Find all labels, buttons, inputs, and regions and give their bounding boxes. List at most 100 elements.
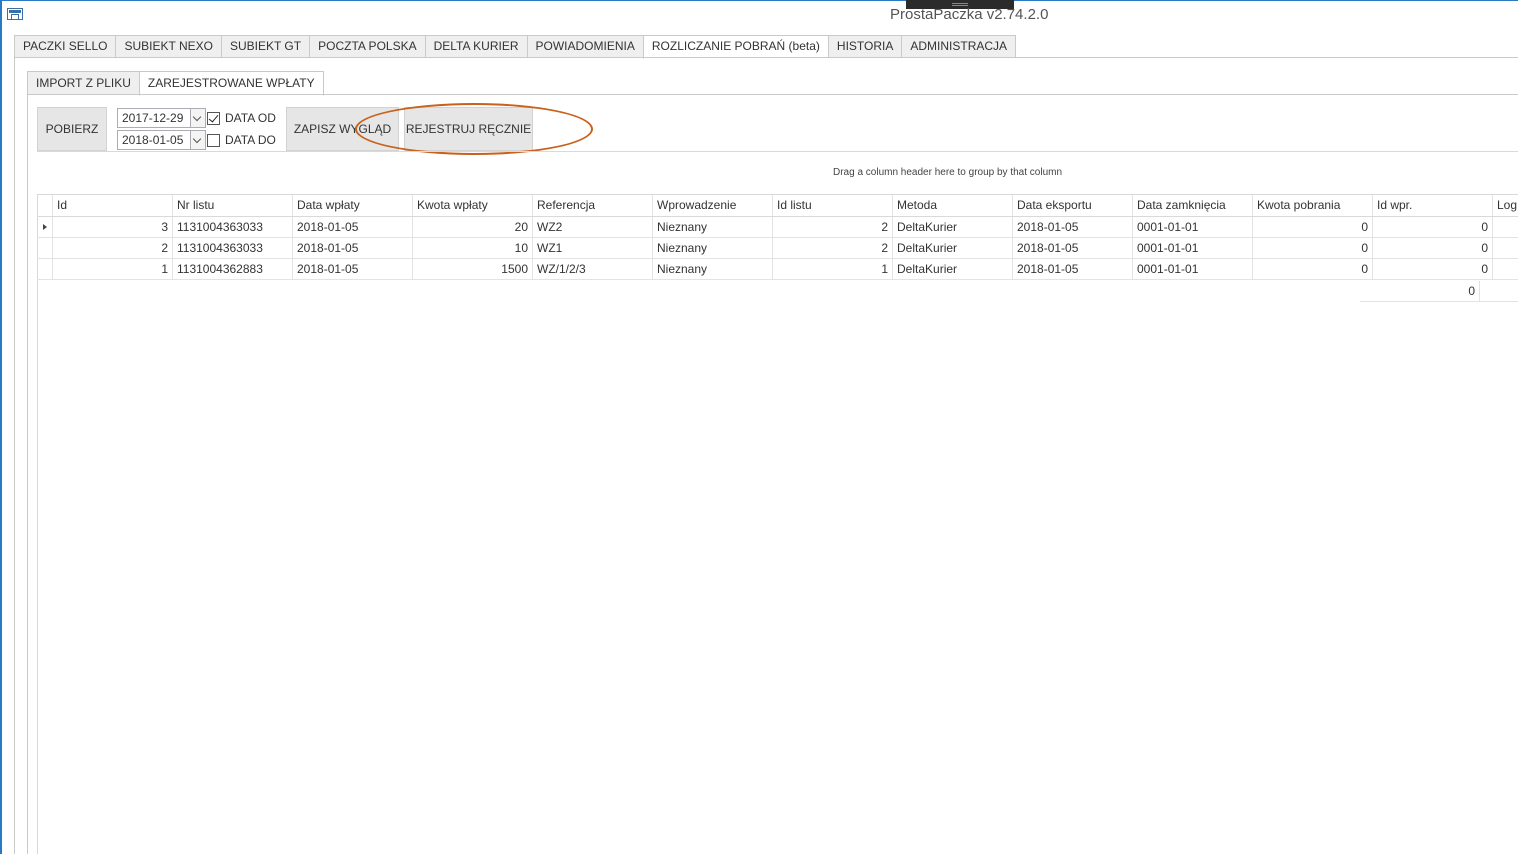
cell-id-wpr[interactable]: 0 <box>1373 259 1493 279</box>
cell-kwota-pobrania[interactable]: 0 <box>1253 238 1373 258</box>
group-panel[interactable]: Drag a column header here to group by th… <box>37 165 1518 181</box>
date-from-picker[interactable]: 2017-12-29 <box>117 108 206 128</box>
tab-subiekt-gt[interactable]: SUBIEKT GT <box>220 35 310 58</box>
cell-data-zamkniecia[interactable]: 0001-01-01 <box>1133 238 1253 258</box>
column-header-data-eksportu[interactable]: Data eksportu <box>1013 195 1133 216</box>
register-manually-button[interactable]: REJESTRUJ RĘCZNIE <box>404 107 533 151</box>
cell-id-wpr[interactable]: 0 <box>1373 217 1493 237</box>
window-title: ProstaPaczka v2.74.2.0 <box>890 6 1049 23</box>
cell-kwota-pobrania[interactable]: 0 <box>1253 259 1373 279</box>
cell-data-wplaty[interactable]: 2018-01-05 <box>293 217 413 237</box>
chevron-down-icon[interactable] <box>190 131 205 149</box>
fetch-button[interactable]: POBIERZ <box>37 107 107 151</box>
date-from-checkbox[interactable] <box>207 112 220 125</box>
cell-wprowadzenie[interactable]: Nieznany <box>653 259 773 279</box>
cell-wprowadzenie[interactable]: Nieznany <box>653 217 773 237</box>
payments-grid[interactable]: Id Nr listu Data wpłaty Kwota wpłaty Ref… <box>37 194 1518 854</box>
column-header-data-wplaty[interactable]: Data wpłaty <box>293 195 413 216</box>
cell-id[interactable]: 2 <box>53 238 173 258</box>
sub-panel-border <box>27 94 28 854</box>
cell-log[interactable] <box>1493 238 1518 258</box>
column-header-wprowadzenie[interactable]: Wprowadzenie <box>653 195 773 216</box>
grid-header: Id Nr listu Data wpłaty Kwota wpłaty Ref… <box>37 194 1518 217</box>
cell-data-zamkniecia[interactable]: 0001-01-01 <box>1133 259 1253 279</box>
tab-delta-kurier[interactable]: DELTA KURIER <box>424 35 527 58</box>
tab-historia[interactable]: HISTORIA <box>827 35 902 58</box>
cell-data-wplaty[interactable]: 2018-01-05 <box>293 259 413 279</box>
cell-id-listu[interactable]: 2 <box>773 217 893 237</box>
cell-kwota-wplaty[interactable]: 1500 <box>413 259 533 279</box>
cell-nr-listu[interactable]: 1131004363033 <box>173 238 293 258</box>
sub-tab-divider <box>27 94 1518 95</box>
table-row[interactable]: 3 1131004363033 2018-01-05 20 WZ2 Niezna… <box>37 217 1518 238</box>
tab-paczki-sello[interactable]: PACZKI SELLO <box>14 35 116 58</box>
tab-import-z-pliku[interactable]: IMPORT Z PLIKU <box>27 71 139 95</box>
column-header-kwota-pobrania[interactable]: Kwota pobrania <box>1253 195 1373 216</box>
column-header-id-wpr[interactable]: Id wpr. <box>1373 195 1493 216</box>
cell-data-wplaty[interactable]: 2018-01-05 <box>293 238 413 258</box>
cell-log[interactable] <box>1493 217 1518 237</box>
column-header-metoda[interactable]: Metoda <box>893 195 1013 216</box>
summary-kwota-pobrania: 0 <box>1360 281 1480 301</box>
cell-kwota-wplaty[interactable]: 10 <box>413 238 533 258</box>
date-to-value: 2018-01-05 <box>122 133 184 147</box>
table-row[interactable]: 2 1131004363033 2018-01-05 10 WZ1 Niezna… <box>37 238 1518 259</box>
chevron-down-icon[interactable] <box>190 109 205 127</box>
column-header-log[interactable]: Log <box>1493 195 1518 216</box>
grid-summary-row: 0 0 <box>1360 281 1518 302</box>
window-left-border <box>0 0 2 854</box>
column-header-data-zamkniecia[interactable]: Data zamknięcia <box>1133 195 1253 216</box>
date-to-label: DATA DO <box>225 133 276 147</box>
date-to-picker[interactable]: 2018-01-05 <box>117 130 206 150</box>
cell-data-eksportu[interactable]: 2018-01-05 <box>1013 259 1133 279</box>
grip-icon <box>952 3 968 4</box>
save-layout-button[interactable]: ZAPISZ WYGLĄD <box>286 107 399 151</box>
cell-referencja[interactable]: WZ2 <box>533 217 653 237</box>
main-panel-border <box>14 57 15 854</box>
tab-powiadomienia[interactable]: POWIADOMIENIA <box>526 35 643 58</box>
tab-zarejestrowane-wplaty[interactable]: ZAREJESTROWANE WPŁATY <box>138 71 324 96</box>
row-indicator[interactable] <box>37 238 53 258</box>
app-window-icon[interactable] <box>7 8 23 20</box>
cell-data-zamkniecia[interactable]: 0001-01-01 <box>1133 217 1253 237</box>
cell-data-eksportu[interactable]: 2018-01-05 <box>1013 217 1133 237</box>
cell-referencja[interactable]: WZ/1/2/3 <box>533 259 653 279</box>
group-hint-text: Drag a column header here to group by th… <box>833 167 1063 178</box>
cell-metoda[interactable]: DeltaKurier <box>893 259 1013 279</box>
sub-tab-bar: IMPORT Z PLIKU ZAREJESTROWANE WPŁATY <box>27 71 324 96</box>
cell-metoda[interactable]: DeltaKurier <box>893 217 1013 237</box>
cell-log[interactable] <box>1493 259 1518 279</box>
date-to-checkbox[interactable] <box>207 134 220 147</box>
cell-referencja[interactable]: WZ1 <box>533 238 653 258</box>
date-from-label: DATA OD <box>225 111 276 125</box>
column-header-referencja[interactable]: Referencja <box>533 195 653 216</box>
row-indicator[interactable] <box>37 259 53 279</box>
cell-wprowadzenie[interactable]: Nieznany <box>653 238 773 258</box>
column-header-id-listu[interactable]: Id listu <box>773 195 893 216</box>
column-header-kwota-wplaty[interactable]: Kwota wpłaty <box>413 195 533 216</box>
cell-data-eksportu[interactable]: 2018-01-05 <box>1013 238 1133 258</box>
cell-kwota-pobrania[interactable]: 0 <box>1253 217 1373 237</box>
current-row-icon <box>43 224 47 230</box>
tab-administracja[interactable]: ADMINISTRACJA <box>901 35 1017 58</box>
cell-nr-listu[interactable]: 1131004362883 <box>173 259 293 279</box>
cell-kwota-wplaty[interactable]: 20 <box>413 217 533 237</box>
cell-id-wpr[interactable]: 0 <box>1373 238 1493 258</box>
column-header-nr-listu[interactable]: Nr listu <box>173 195 293 216</box>
cell-id-listu[interactable]: 1 <box>773 259 893 279</box>
cell-metoda[interactable]: DeltaKurier <box>893 238 1013 258</box>
cell-nr-listu[interactable]: 1131004363033 <box>173 217 293 237</box>
toolbar-divider <box>37 151 1518 152</box>
tab-subiekt-nexo[interactable]: SUBIEKT NEXO <box>115 35 221 58</box>
cell-id[interactable]: 1 <box>53 259 173 279</box>
cell-id[interactable]: 3 <box>53 217 173 237</box>
row-indicator[interactable] <box>37 217 53 237</box>
table-row[interactable]: 1 1131004362883 2018-01-05 1500 WZ/1/2/3… <box>37 259 1518 280</box>
main-tab-bar: PACZKI SELLO SUBIEKT NEXO SUBIEKT GT POC… <box>14 35 1017 59</box>
main-tab-divider <box>14 57 1518 58</box>
tab-rozliczanie-pobran[interactable]: ROZLICZANIE POBRAŃ (beta) <box>642 35 828 59</box>
column-header-id[interactable]: Id <box>53 195 173 216</box>
cell-id-listu[interactable]: 2 <box>773 238 893 258</box>
header-indicator <box>37 195 53 216</box>
tab-poczta-polska[interactable]: POCZTA POLSKA <box>309 35 425 58</box>
